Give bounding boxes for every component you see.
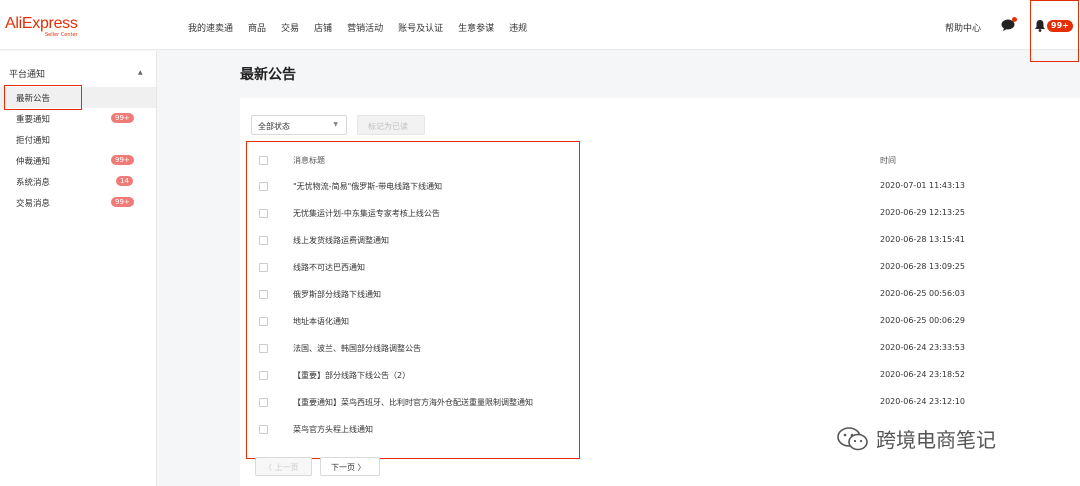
collapse-caret-icon[interactable]: ▲ — [138, 69, 143, 76]
nav-store[interactable]: 店铺 — [314, 21, 332, 34]
watermark-text: 跨境电商笔记 — [876, 428, 996, 452]
row-time: 2020-06-28 13:15:41 — [880, 235, 965, 244]
aliexpress-logo[interactable]: AliExpress Seller Center — [5, 15, 78, 39]
next-page-label: 下一页 〉 — [331, 463, 366, 472]
status-filter-select[interactable]: 全部状态 ▼ — [251, 115, 347, 135]
sidebar-item-trade[interactable]: 交易消息 99+ — [0, 192, 156, 213]
count-badge: 99+ — [111, 113, 134, 123]
watermark: 跨境电商笔记 — [836, 424, 996, 453]
top-nav: 我的速卖通 商品 交易 店铺 营销活动 账号及认证 生意参谋 违规 — [188, 21, 542, 34]
nav-violations[interactable]: 违规 — [509, 21, 527, 34]
row-time: 2020-06-24 23:18:52 — [880, 370, 965, 379]
sidebar-section-title[interactable]: 平台通知 — [9, 67, 45, 80]
row-time: 2020-06-28 13:09:25 — [880, 262, 965, 271]
row-time: 2020-06-29 12:13:25 — [880, 208, 965, 217]
count-badge: 99+ — [111, 197, 134, 207]
sidebar-item-label: 拒付通知 — [16, 136, 51, 146]
sidebar: 平台通知 ▲ 最新公告 重要通知 99+ 拒付通知 仲裁通知 99+ 系统消息 … — [0, 51, 157, 486]
page-title: 最新公告 — [240, 67, 296, 83]
prev-page-label: 〈 上一页 — [264, 463, 299, 472]
column-header-time: 时间 — [880, 156, 896, 165]
sidebar-item-system[interactable]: 系统消息 14 — [0, 171, 156, 192]
row-time: 2020-06-25 00:56:03 — [880, 289, 965, 298]
mark-as-read-button[interactable]: 标记为已读 — [357, 115, 425, 135]
row-time: 2020-06-24 23:12:10 — [880, 397, 965, 406]
next-page-button[interactable]: 下一页 〉 — [320, 457, 380, 476]
top-header: AliExpress Seller Center 我的速卖通 商品 交易 店铺 … — [0, 0, 1080, 50]
count-badge: 99+ — [111, 155, 134, 165]
nav-account[interactable]: 账号及认证 — [398, 21, 443, 34]
sidebar-item-label: 交易消息 — [16, 199, 51, 209]
nav-products[interactable]: 商品 — [248, 21, 266, 34]
wechat-icon — [837, 426, 868, 450]
highlight-box-sidebar — [4, 85, 82, 110]
sidebar-item-label: 系统消息 — [16, 178, 51, 188]
sidebar-item-label: 重要通知 — [16, 115, 51, 125]
sidebar-item-label: 仲裁通知 — [16, 157, 51, 167]
logo-subtitle: Seller Center — [45, 32, 78, 38]
sidebar-item-arbitration[interactable]: 仲裁通知 99+ — [0, 150, 156, 171]
help-center-link[interactable]: 帮助中心 — [945, 21, 981, 34]
prev-page-button[interactable]: 〈 上一页 — [255, 457, 312, 476]
logo-text: AliExpress — [5, 15, 78, 32]
nav-my-aliexpress[interactable]: 我的速卖通 — [188, 21, 233, 34]
count-badge: 14 — [116, 176, 133, 186]
row-time: 2020-06-25 00:06:29 — [880, 316, 965, 325]
sidebar-item-important[interactable]: 重要通知 99+ — [0, 108, 156, 129]
nav-marketing[interactable]: 营销活动 — [347, 21, 383, 34]
nav-business-advisor[interactable]: 生意参谋 — [458, 21, 494, 34]
select-value: 全部状态 — [258, 122, 290, 131]
highlight-box-bell — [1030, 0, 1079, 62]
sidebar-item-chargeback[interactable]: 拒付通知 — [0, 129, 156, 150]
highlight-box-table — [246, 141, 580, 459]
row-time: 2020-06-24 23:33:53 — [880, 343, 965, 352]
mark-as-read-label: 标记为已读 — [368, 122, 408, 131]
nav-orders[interactable]: 交易 — [281, 21, 299, 34]
chat-notification-dot — [1012, 17, 1017, 22]
chevron-down-icon: ▼ — [333, 121, 338, 128]
row-time: 2020-07-01 11:43:13 — [880, 181, 965, 190]
